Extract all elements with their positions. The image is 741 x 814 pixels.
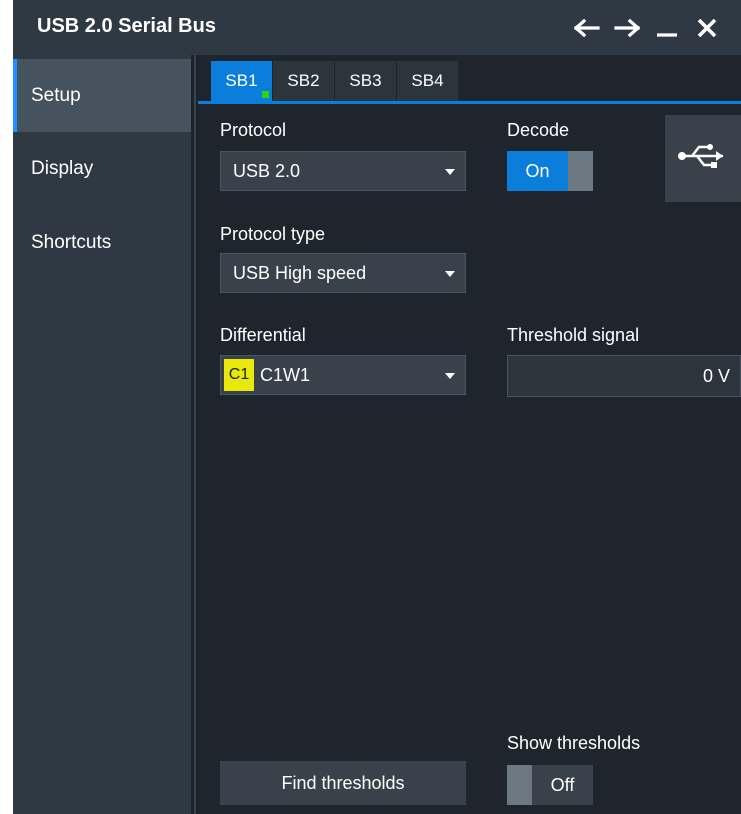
- differential-label: Differential: [220, 325, 306, 345]
- decode-label: Decode: [507, 120, 570, 140]
- usb-icon: [677, 141, 729, 176]
- tab-label: SB1: [225, 71, 258, 90]
- differential-dropdown[interactable]: C1 C1W1: [220, 355, 466, 395]
- setup-panel: SB1 SB2 SB3 SB4 Protocol USB 2.0 Decode …: [198, 55, 741, 814]
- bus-active-indicator: [262, 91, 269, 98]
- chevron-down-icon: [445, 373, 455, 379]
- decode-toggle-state: On: [507, 151, 568, 191]
- tab-label: SB4: [411, 71, 444, 90]
- threshold-signal-label: Threshold signal: [507, 325, 640, 345]
- find-thresholds-button[interactable]: Find thresholds: [220, 761, 466, 805]
- usb-protocol-button[interactable]: [665, 115, 741, 202]
- protocol-type-label: Protocol type: [220, 224, 326, 244]
- chevron-down-icon: [445, 169, 455, 175]
- chevron-down-icon: [445, 271, 455, 277]
- toggle-knob: [507, 765, 532, 805]
- decode-toggle[interactable]: On: [507, 151, 593, 191]
- usb-serial-bus-dialog: USB 2.0 Serial Bus Setup Display Shortcu…: [13, 0, 741, 814]
- threshold-signal-input[interactable]: 0 V: [507, 355, 741, 397]
- sidebar-item-label: Display: [31, 157, 94, 179]
- protocol-dropdown[interactable]: USB 2.0: [220, 151, 466, 191]
- active-indicator: [13, 59, 17, 132]
- show-thresholds-state: Off: [532, 765, 593, 805]
- protocol-type-value: USB High speed: [233, 262, 367, 283]
- serial-bus-tabs: SB1 SB2 SB3 SB4: [198, 55, 741, 104]
- sidebar-item-setup[interactable]: Setup: [13, 59, 191, 132]
- tab-sb1[interactable]: SB1: [211, 61, 272, 101]
- protocol-type-dropdown[interactable]: USB High speed: [220, 253, 466, 293]
- title-bar: USB 2.0 Serial Bus: [13, 0, 741, 55]
- protocol-value: USB 2.0: [233, 160, 301, 181]
- sidebar: Setup Display Shortcuts: [13, 55, 191, 814]
- window-controls: [573, 10, 721, 46]
- close-icon[interactable]: [693, 14, 721, 42]
- sidebar-item-label: Setup: [31, 84, 81, 106]
- show-thresholds-label: Show thresholds: [507, 733, 641, 753]
- channel-badge: C1: [224, 359, 254, 391]
- dialog-title: USB 2.0 Serial Bus: [37, 15, 216, 37]
- tab-sb2[interactable]: SB2: [273, 61, 334, 101]
- protocol-label: Protocol: [220, 120, 287, 140]
- forward-arrow-icon[interactable]: [613, 14, 641, 42]
- tab-sb3[interactable]: SB3: [335, 61, 396, 101]
- tab-sb4[interactable]: SB4: [397, 61, 458, 101]
- show-thresholds-toggle[interactable]: Off: [507, 765, 593, 805]
- tab-underline: [198, 101, 741, 104]
- sidebar-item-display[interactable]: Display: [13, 132, 191, 205]
- sidebar-item-label: Shortcuts: [31, 231, 112, 253]
- toggle-knob: [568, 151, 593, 191]
- differential-value: C1W1: [260, 364, 311, 385]
- tab-label: SB2: [287, 71, 320, 90]
- sidebar-item-shortcuts[interactable]: Shortcuts: [13, 206, 191, 279]
- tab-label: SB3: [349, 71, 382, 90]
- back-arrow-icon[interactable]: [573, 14, 601, 42]
- minimize-icon[interactable]: [653, 14, 681, 42]
